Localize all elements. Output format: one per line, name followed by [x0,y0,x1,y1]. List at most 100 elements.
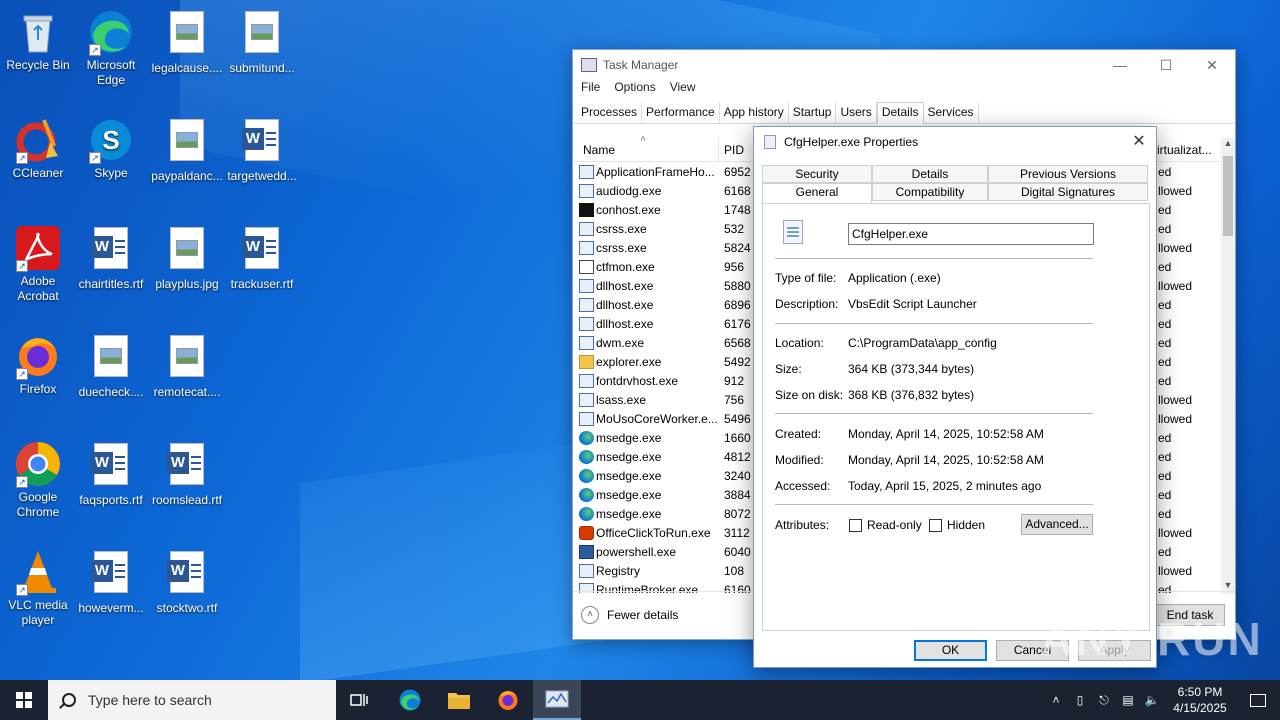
process-name: lsass.exe [596,393,647,407]
readonly-checkbox[interactable]: Read-only [849,518,922,532]
tab-performance[interactable]: Performance [642,102,720,123]
scroll-up-icon[interactable]: ▲ [1221,138,1235,152]
taskbar-firefox-button[interactable] [484,680,532,720]
process-virtualization: ed [1158,507,1172,521]
process-name: msedge.exe [596,450,662,464]
advanced-button[interactable]: Advanced... [1021,514,1093,535]
watermark-logo: ANY RUN [1040,613,1263,665]
tab-services[interactable]: Services [924,102,979,123]
desktop-icon-firefox[interactable]: ↗ Firefox [0,332,76,397]
desktop-icon-duecheck[interactable]: duecheck.... [73,332,149,400]
fewer-details-button[interactable]: ˄ Fewer details [581,606,678,624]
task-manager-icon [545,690,569,708]
divider [775,504,1093,505]
column-header-virtualization[interactable]: irtualizat... [1157,143,1212,157]
power-icon[interactable]: ⎋ [1092,693,1116,708]
process-pid: 6896 [724,298,751,312]
taskbar-search-box[interactable]: Type here to search [48,680,336,720]
maximize-button[interactable]: ☐ [1143,50,1189,80]
file-icon [764,135,776,149]
created-label: Created: [775,427,822,441]
desktop-icon-chairtitles[interactable]: W chairtitles.rtf [73,224,149,292]
tablet-icon[interactable]: ▯ [1068,693,1092,707]
windows-logo-icon [16,692,32,708]
network-icon[interactable]: ▤ [1116,693,1140,707]
start-button[interactable] [0,680,48,720]
tab-digital-signatures[interactable]: Digital Signatures [988,183,1148,201]
desktop-icon-roomslead[interactable]: W roomslead.rtf [149,440,225,508]
desktop-icon-google-chrome[interactable]: ↗ Google Chrome [0,440,76,520]
process-virtualization: ed [1158,298,1172,312]
menu-view[interactable]: View [670,80,696,100]
dialog-close-button[interactable]: ✕ [1122,127,1156,157]
notification-button[interactable] [1236,693,1280,707]
attributes-label: Attributes: [775,518,830,532]
desktop-icon-playplus[interactable]: playplus.jpg [149,224,225,292]
desktop-icon-recycle-bin[interactable]: Recycle Bin [0,8,76,73]
tab-details[interactable]: Details [876,102,924,124]
desktop-icon-targetwedd[interactable]: W targetwedd... [224,116,300,184]
desktop-icon-faqsports[interactable]: W faqsports.rtf [73,440,149,508]
desktop-icon-adobe-acrobat[interactable]: ↗ Adobe Acrobat [0,224,76,304]
close-button[interactable]: ✕ [1189,50,1235,80]
desktop-icon-label: stocktwo.rtf [156,601,218,615]
tab-details[interactable]: Details [872,165,988,183]
skype-icon: S ↗ [87,116,135,164]
search-icon [62,693,76,707]
tab-processes[interactable]: Processes [577,102,643,123]
tab-previous-versions[interactable]: Previous Versions [988,165,1148,183]
dialog-titlebar[interactable]: CfgHelper.exe Properties [754,127,1156,157]
window-icon [579,374,594,388]
process-pid: 6568 [724,336,751,350]
desktop-icon-skype[interactable]: S ↗ Skype [73,116,149,181]
desktop-icon-label: remotecat.... [153,385,221,399]
column-header-name[interactable]: Name [583,143,615,157]
desktop-icon-label: roomslead.rtf [151,493,223,507]
menu-file[interactable]: File [581,80,600,100]
filename-field[interactable]: CfgHelper.exe [848,223,1094,245]
desktop-icon-label: Google Chrome [16,490,60,519]
desktop-icon-ccleaner[interactable]: ↗ CCleaner [0,116,76,181]
vertical-scrollbar[interactable]: ▲ ▼ [1221,138,1235,594]
process-virtualization: ed [1158,469,1172,483]
scroll-thumb[interactable] [1223,156,1233,236]
desktop-icon-remotecat[interactable]: remotecat.... [149,332,225,400]
desktop-icon-trackuser[interactable]: W trackuser.rtf [224,224,300,292]
desktop-icon-legalcause[interactable]: legalcause.... [149,8,225,76]
powershell-icon [579,545,594,559]
taskbar-task-manager-button[interactable] [533,680,581,720]
taskbar-explorer-button[interactable] [435,680,483,720]
tab-security[interactable]: Security [762,165,872,183]
desktop-icon-microsoft-edge[interactable]: ↗ Microsoft Edge [73,8,149,88]
clock[interactable]: 6:50 PM 4/15/2025 [1164,684,1236,716]
chevron-up-icon: ˄ [581,606,599,624]
chevron-up-icon[interactable]: ˄ [1044,693,1068,707]
tab-general[interactable]: General [762,183,872,203]
desktop-icon-stocktwo[interactable]: W stocktwo.rtf [149,548,225,616]
edge-icon [399,689,421,711]
tab-compatibility[interactable]: Compatibility [872,183,988,201]
desktop-icon-paypaldanc[interactable]: paypaldanc... [149,116,225,184]
edge-icon [579,469,594,483]
system-tray: ˄ ▯ ⎋ ▤ 🔈 6:50 PM 4/15/2025 [1044,680,1280,720]
desktop-icon-label: howeverm... [78,601,144,615]
taskbar-edge-button[interactable] [386,680,434,720]
desktop-icon-submitund[interactable]: submitund... [224,8,300,76]
desktop-icon-vlc[interactable]: ↗ VLC media player [0,548,76,628]
minimize-button[interactable]: — [1097,50,1143,80]
checkbox-unchecked-icon [929,518,942,532]
task-view-button[interactable] [336,680,384,720]
process-virtualization: llowed [1158,184,1193,198]
process-name: dllhost.exe [596,317,654,331]
menu-options[interactable]: Options [614,80,655,100]
tab-startup[interactable]: Startup [789,102,837,123]
tab-app-history[interactable]: App history [720,102,789,123]
ok-button[interactable]: OK [914,640,987,661]
desktop-icon-howeverm[interactable]: W howeverm... [73,548,149,616]
column-header-pid[interactable]: PID [724,143,744,157]
hidden-checkbox[interactable]: Hidden [929,518,985,532]
process-virtualization: ed [1158,317,1172,331]
tab-users[interactable]: Users [836,102,877,123]
process-pid: 6168 [724,184,751,198]
volume-icon[interactable]: 🔈 [1140,693,1164,707]
